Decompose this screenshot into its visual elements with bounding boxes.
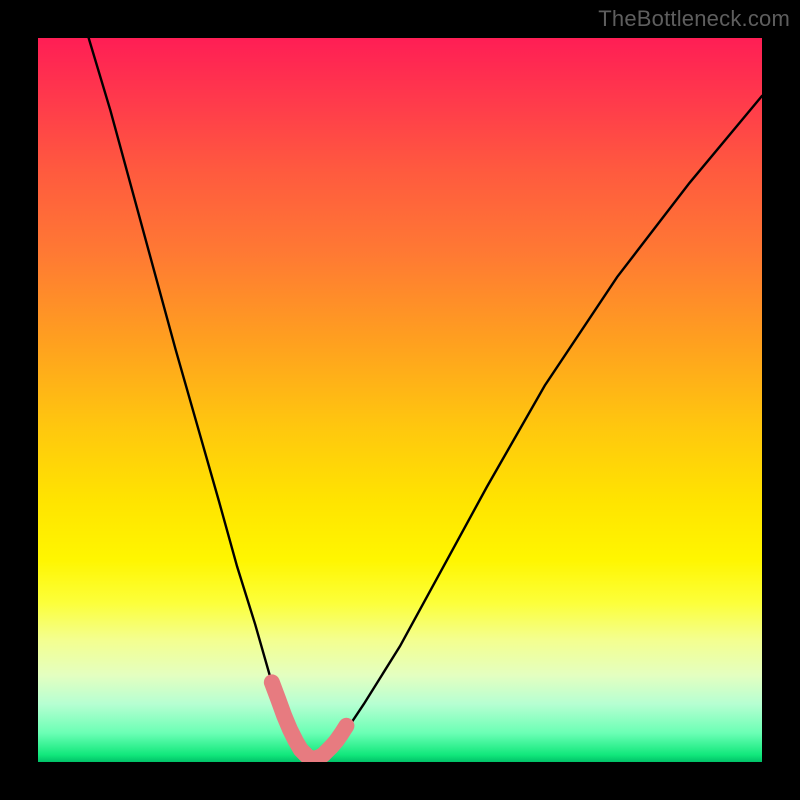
plot-area [38,38,762,762]
highlight-bottom [305,726,346,759]
bottleneck-curve [89,38,762,758]
watermark-text: TheBottleneck.com [598,6,790,32]
curve-svg [38,38,762,762]
chart-frame: TheBottleneck.com [0,0,800,800]
highlight-left [272,682,305,754]
